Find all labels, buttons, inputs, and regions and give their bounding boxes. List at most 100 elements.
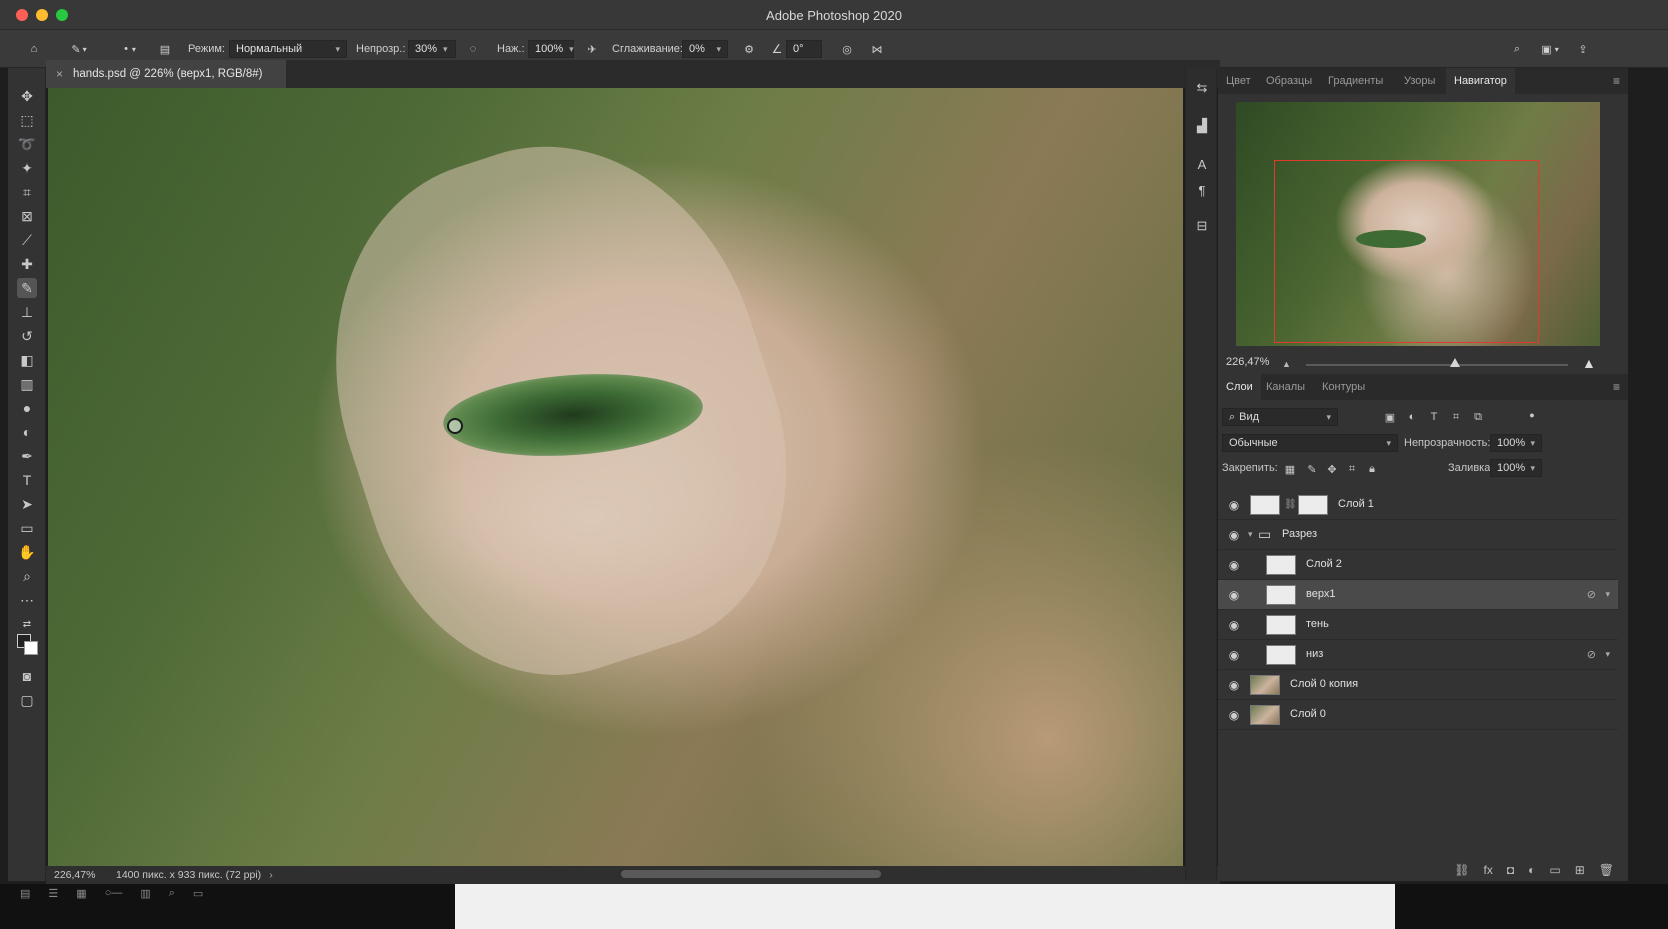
layer-row[interactable]: ◉ Слой 0 bbox=[1218, 700, 1618, 730]
clone-stamp-tool-icon[interactable]: ⊥ bbox=[17, 302, 37, 322]
zoom-in-icon[interactable]: ▲ bbox=[1582, 355, 1596, 371]
lock-pixels-icon[interactable]: ✎ bbox=[1304, 461, 1320, 477]
filter-toggle-icon[interactable]: ● bbox=[1524, 407, 1540, 423]
list-icon[interactable]: ☰ bbox=[48, 887, 58, 900]
visibility-eye-icon[interactable]: ◉ bbox=[1227, 618, 1241, 632]
layer-style-icon[interactable]: fx bbox=[1484, 863, 1493, 877]
adjustment-layer-icon[interactable]: ◐ bbox=[1528, 863, 1535, 877]
horizontal-scrollbar[interactable] bbox=[621, 870, 881, 878]
tab-patterns[interactable]: Узоры bbox=[1396, 68, 1443, 94]
lock-artboard-icon[interactable]: ⌗ bbox=[1344, 461, 1360, 477]
folder-icon[interactable]: ▭ bbox=[193, 887, 203, 900]
new-layer-icon[interactable]: ⊞ bbox=[1575, 863, 1585, 877]
dodge-tool-icon[interactable]: ◐ bbox=[17, 422, 37, 442]
filter-smart-object-icon[interactable]: ⧉ bbox=[1470, 409, 1486, 425]
tab-layers[interactable]: Слои bbox=[1218, 374, 1261, 400]
pen-tool-icon[interactable]: ✒ bbox=[17, 446, 37, 466]
lock-transparency-icon[interactable]: ▦ bbox=[1282, 461, 1298, 477]
layer-filter-select[interactable]: ⌕ Вид ▾ bbox=[1222, 408, 1338, 426]
crop-tool-icon[interactable]: ⌗ bbox=[17, 182, 37, 202]
navigator-view-box[interactable] bbox=[1274, 160, 1539, 343]
status-zoom[interactable]: 226,47% bbox=[46, 869, 106, 881]
panel-menu-icon[interactable]: ≡ bbox=[1613, 74, 1620, 88]
trash-icon[interactable]: 🗑︎ bbox=[1599, 863, 1614, 877]
tab-gradients[interactable]: Градиенты bbox=[1320, 68, 1391, 94]
properties-icon[interactable]: ⊟ bbox=[1192, 216, 1212, 236]
path-selection-tool-icon[interactable]: ➤ bbox=[17, 494, 37, 514]
library-icon[interactable]: ▥ bbox=[140, 887, 150, 900]
close-tab-icon[interactable]: × bbox=[56, 67, 63, 81]
layer-group-row[interactable]: ◉ ▾ ▭ Разрез bbox=[1218, 520, 1618, 550]
histogram-icon[interactable]: ▟ bbox=[1192, 116, 1212, 136]
layer-name[interactable]: Слой 2 bbox=[1306, 558, 1342, 570]
layer-row[interactable]: ◉ низ ⊘ ▾ bbox=[1218, 640, 1618, 670]
fill-field[interactable]: 100% ▾ bbox=[1490, 459, 1542, 477]
filter-type-icon[interactable]: T bbox=[1426, 409, 1442, 425]
mask-link-icon[interactable]: ⛓ bbox=[1284, 499, 1297, 510]
screen-mode-icon[interactable]: ▢ bbox=[17, 690, 37, 710]
layer-name[interactable]: Слой 1 bbox=[1338, 498, 1374, 510]
layer-name[interactable]: тень bbox=[1306, 618, 1329, 630]
marquee-tool-icon[interactable]: ⬚ bbox=[17, 110, 37, 130]
eraser-tool-icon[interactable]: ◧ bbox=[17, 350, 37, 370]
chevron-down-icon[interactable]: ▾ bbox=[1605, 589, 1610, 600]
timeline-icon[interactable]: ▤ bbox=[20, 887, 30, 900]
filter-shape-icon[interactable]: ⌗ bbox=[1448, 409, 1464, 425]
layer-name[interactable]: Разрез bbox=[1282, 528, 1317, 540]
search-icon[interactable]: ⌕ bbox=[169, 887, 175, 900]
layer-mask-thumbnail[interactable] bbox=[1298, 495, 1328, 515]
lock-position-icon[interactable]: ✥ bbox=[1324, 461, 1340, 477]
layer-row[interactable]: ◉ тень bbox=[1218, 610, 1618, 640]
brush-tool-icon[interactable]: ✎ bbox=[17, 278, 37, 298]
layer-name[interactable]: Слой 0 копия bbox=[1290, 678, 1358, 690]
link-layers-icon[interactable]: ⛓ bbox=[1454, 863, 1469, 877]
more-tools-icon[interactable]: ⋯ bbox=[17, 590, 37, 610]
visibility-eye-icon[interactable]: ◉ bbox=[1227, 588, 1241, 602]
rectangle-tool-icon[interactable]: ▭ bbox=[17, 518, 37, 538]
zoom-out-icon[interactable]: ▲ bbox=[1282, 359, 1291, 369]
history-icon[interactable]: ⇆ bbox=[1192, 78, 1212, 98]
visibility-eye-icon[interactable]: ◉ bbox=[1227, 648, 1241, 662]
navigator-zoom-value[interactable]: 226,47% bbox=[1226, 356, 1269, 368]
blend-mode-select[interactable]: Обычные ▾ bbox=[1222, 434, 1398, 452]
layer-effects-icon[interactable]: ⊘ bbox=[1587, 648, 1596, 661]
add-mask-icon[interactable]: ◘ bbox=[1507, 863, 1514, 877]
zoom-slider-thumb[interactable] bbox=[1450, 358, 1460, 367]
document-tab[interactable]: × hands.psd @ 226% (верх1, RGB/8#) bbox=[46, 60, 286, 88]
lasso-tool-icon[interactable]: ➰ bbox=[17, 134, 37, 154]
magic-wand-tool-icon[interactable]: ✦ bbox=[17, 158, 37, 178]
layer-name[interactable]: Слой 0 bbox=[1290, 708, 1326, 720]
layer-row[interactable]: ◉ Слой 0 копия bbox=[1218, 670, 1618, 700]
opacity-field[interactable]: 100% ▾ bbox=[1490, 434, 1542, 452]
chevron-down-icon[interactable]: ▾ bbox=[1248, 529, 1253, 540]
tab-swatches[interactable]: Образцы bbox=[1258, 68, 1320, 94]
zoom-slider[interactable] bbox=[1306, 364, 1568, 366]
healing-brush-tool-icon[interactable]: ✚ bbox=[17, 254, 37, 274]
type-tool-icon[interactable]: T bbox=[17, 470, 37, 490]
lock-all-icon[interactable]: 🔒︎ bbox=[1364, 461, 1380, 477]
chevron-down-icon[interactable]: ▾ bbox=[1605, 649, 1610, 660]
tab-paths[interactable]: Контуры bbox=[1314, 374, 1373, 400]
layer-name[interactable]: низ bbox=[1306, 648, 1323, 660]
gradient-tool-icon[interactable]: ▥ bbox=[17, 374, 37, 394]
visibility-eye-icon[interactable]: ◉ bbox=[1227, 528, 1241, 542]
image-canvas[interactable] bbox=[48, 88, 1183, 866]
layer-row-selected[interactable]: ◉ верх1 ⊘ ▾ bbox=[1218, 580, 1618, 610]
tab-navigator[interactable]: Навигатор bbox=[1446, 68, 1515, 94]
workspace-icon[interactable]: ▣ ▾ bbox=[1536, 30, 1564, 68]
blur-tool-icon[interactable]: ● bbox=[17, 398, 37, 418]
chevron-right-icon[interactable]: › bbox=[269, 869, 273, 881]
layers-menu-icon[interactable]: ≡ bbox=[1613, 380, 1620, 394]
tab-channels[interactable]: Каналы bbox=[1258, 374, 1313, 400]
move-tool-icon[interactable]: ✥ bbox=[17, 86, 37, 106]
search-icon[interactable]: ⌕ bbox=[1508, 30, 1526, 68]
home-icon[interactable]: ⌂ bbox=[24, 30, 44, 68]
slider-icon[interactable]: ○— bbox=[105, 887, 123, 899]
layer-effects-icon[interactable]: ⊘ bbox=[1587, 588, 1596, 601]
eyedropper-tool-icon[interactable]: ⟋ bbox=[17, 230, 37, 250]
filter-adjustment-icon[interactable]: ◐ bbox=[1404, 409, 1420, 425]
history-brush-tool-icon[interactable]: ↺ bbox=[17, 326, 37, 346]
filter-pixel-icon[interactable]: ▣ bbox=[1382, 409, 1398, 425]
character-icon[interactable]: A bbox=[1192, 154, 1212, 174]
visibility-eye-icon[interactable]: ◉ bbox=[1227, 708, 1241, 722]
